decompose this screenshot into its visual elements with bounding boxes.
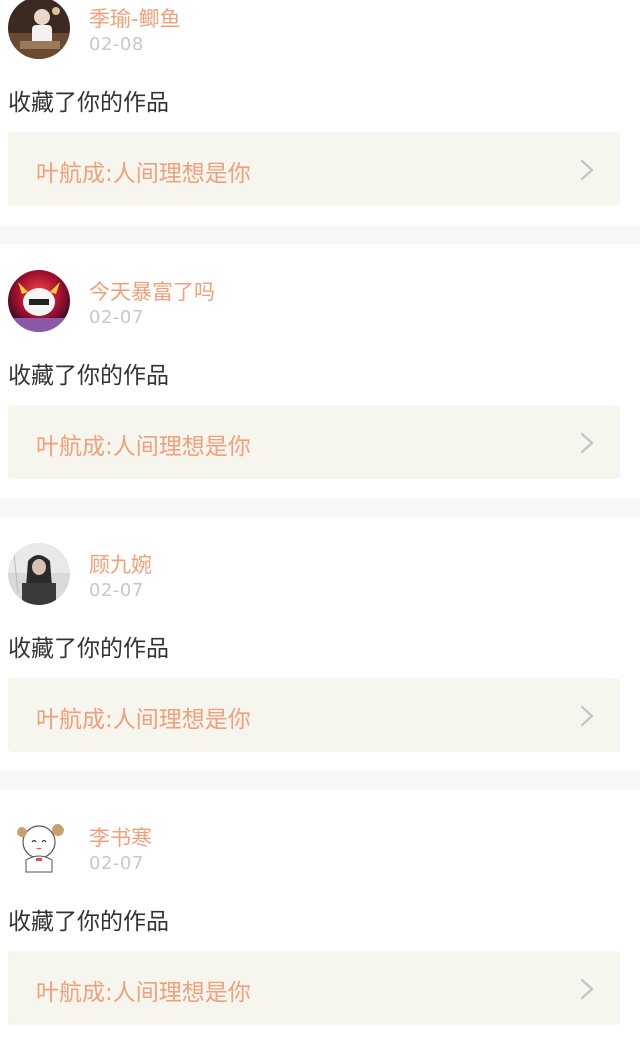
- username[interactable]: 季瑜-鲫鱼: [89, 3, 181, 33]
- notification-item: 李书寒 02-07 收藏了你的作品 叶航成:人间理想是你: [0, 816, 640, 1044]
- chevron-right-icon: [580, 432, 594, 454]
- avatar[interactable]: [8, 543, 70, 605]
- timestamp: 02-07: [89, 307, 144, 328]
- work-title: 叶航成:人间理想是你: [36, 980, 251, 1006]
- work-link-card[interactable]: 叶航成:人间理想是你: [8, 951, 620, 1025]
- avatar-girl-photo-icon: [8, 543, 70, 605]
- avatar-cartoon-girl-icon: [8, 816, 70, 878]
- action-text: 收藏了你的作品: [8, 90, 169, 116]
- timestamp: 02-08: [89, 34, 144, 55]
- notification-item: 今天暴富了吗 02-07 收藏了你的作品 叶航成:人间理想是你: [0, 270, 640, 498]
- work-link-card[interactable]: 叶航成:人间理想是你: [8, 132, 620, 206]
- action-text: 收藏了你的作品: [8, 909, 169, 935]
- section-divider: [0, 225, 640, 244]
- action-text: 收藏了你的作品: [8, 636, 169, 662]
- avatar-masked-figure-icon: [8, 270, 70, 332]
- chevron-right-icon: [580, 978, 594, 1000]
- notification-item: 顾九婉 02-07 收藏了你的作品 叶航成:人间理想是你: [0, 543, 640, 771]
- avatar[interactable]: [8, 816, 70, 878]
- avatar[interactable]: [8, 270, 70, 332]
- work-title: 叶航成:人间理想是你: [36, 161, 251, 187]
- notification-item: 季瑜-鲫鱼 02-08 收藏了你的作品 叶航成:人间理想是你: [0, 0, 640, 225]
- timestamp: 02-07: [89, 853, 144, 874]
- section-divider: [0, 498, 640, 517]
- username[interactable]: 今天暴富了吗: [89, 276, 215, 306]
- work-link-card[interactable]: 叶航成:人间理想是你: [8, 678, 620, 752]
- username[interactable]: 李书寒: [89, 822, 152, 852]
- work-title: 叶航成:人间理想是你: [36, 434, 251, 460]
- timestamp: 02-07: [89, 580, 144, 601]
- username[interactable]: 顾九婉: [89, 549, 152, 579]
- avatar[interactable]: [8, 0, 70, 59]
- chevron-right-icon: [580, 705, 594, 727]
- section-divider: [0, 771, 640, 790]
- avatar-photo-person-icon: [8, 0, 70, 59]
- work-link-card[interactable]: 叶航成:人间理想是你: [8, 405, 620, 479]
- work-title: 叶航成:人间理想是你: [36, 707, 251, 733]
- action-text: 收藏了你的作品: [8, 363, 169, 389]
- chevron-right-icon: [580, 159, 594, 181]
